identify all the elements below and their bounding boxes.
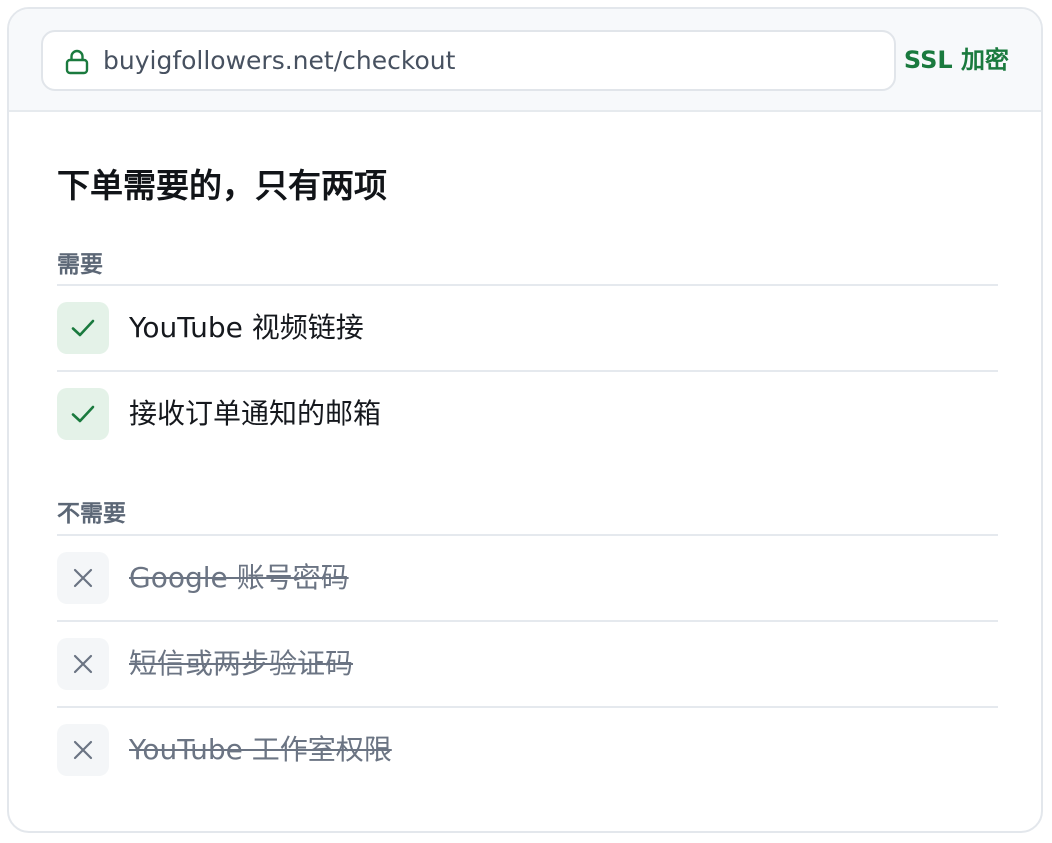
not-required-item: 短信或两步验证码 [57, 622, 998, 706]
required-heading: 需要 [57, 252, 103, 278]
close-icon [57, 638, 109, 690]
not-required-item-label: Google 账号密码 [129, 561, 349, 594]
not-required-item-label: 短信或两步验证码 [129, 647, 354, 680]
url-text: buyigfollowers.net/checkout [103, 46, 456, 75]
check-icon [57, 302, 109, 354]
required-item: YouTube 视频链接 [57, 286, 998, 370]
not-required-heading: 不需要 [57, 501, 126, 527]
lock-icon [65, 49, 89, 75]
not-required-item-label: YouTube 工作室权限 [129, 733, 392, 766]
required-item-label: 接收订单通知的邮箱 [129, 397, 382, 430]
required-item-label: YouTube 视频链接 [129, 311, 364, 344]
page-title: 下单需要的，只有两项 [57, 166, 387, 205]
not-required-item: Google 账号密码 [57, 536, 998, 620]
not-required-item: YouTube 工作室权限 [57, 708, 998, 792]
ssl-badge: SSL 加密 [903, 46, 1009, 74]
required-item: 接收订单通知的邮箱 [57, 372, 998, 456]
close-icon [57, 724, 109, 776]
address-bar[interactable]: buyigfollowers.net/checkout [41, 30, 896, 91]
browser-bar: buyigfollowers.net/checkout SSL 加密 [9, 9, 1041, 112]
close-icon [57, 552, 109, 604]
check-icon [57, 388, 109, 440]
checkout-card: buyigfollowers.net/checkout SSL 加密 下单需要的… [7, 7, 1043, 833]
